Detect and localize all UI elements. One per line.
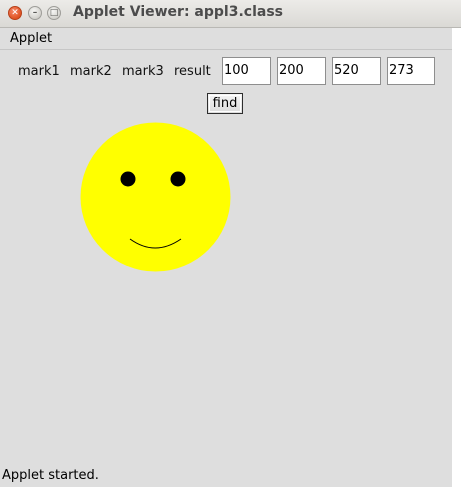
applet-viewer-window: ✕ – □ Applet Viewer: appl3.class Applet … [0,0,461,487]
find-button[interactable]: find [207,93,243,114]
result-label: result [174,64,211,79]
right-edge-strip [452,28,461,487]
smiley-right-eye [170,171,186,187]
minimize-window-icon[interactable]: – [28,6,42,20]
mark2-field[interactable]: 200 [277,57,326,85]
result-field[interactable]: 273 [387,57,435,85]
mark3-label: mark3 [122,64,164,79]
mark1-label: mark1 [18,64,60,79]
mark1-field[interactable]: 100 [222,57,271,85]
menu-bar: Applet [0,28,452,50]
title-bar[interactable]: ✕ – □ Applet Viewer: appl3.class [0,0,461,28]
maximize-window-icon[interactable]: □ [47,6,61,20]
smiley-face-circle [80,122,231,272]
smiley-left-eye [120,171,136,187]
menu-applet[interactable]: Applet [10,31,52,46]
window-title: Applet Viewer: appl3.class [73,4,283,20]
mark3-field[interactable]: 520 [332,57,381,85]
status-bar-text: Applet started. [2,468,99,483]
close-window-icon[interactable]: ✕ [8,6,22,20]
smiley-face-drawing [80,122,231,272]
mark2-label: mark2 [70,64,112,79]
